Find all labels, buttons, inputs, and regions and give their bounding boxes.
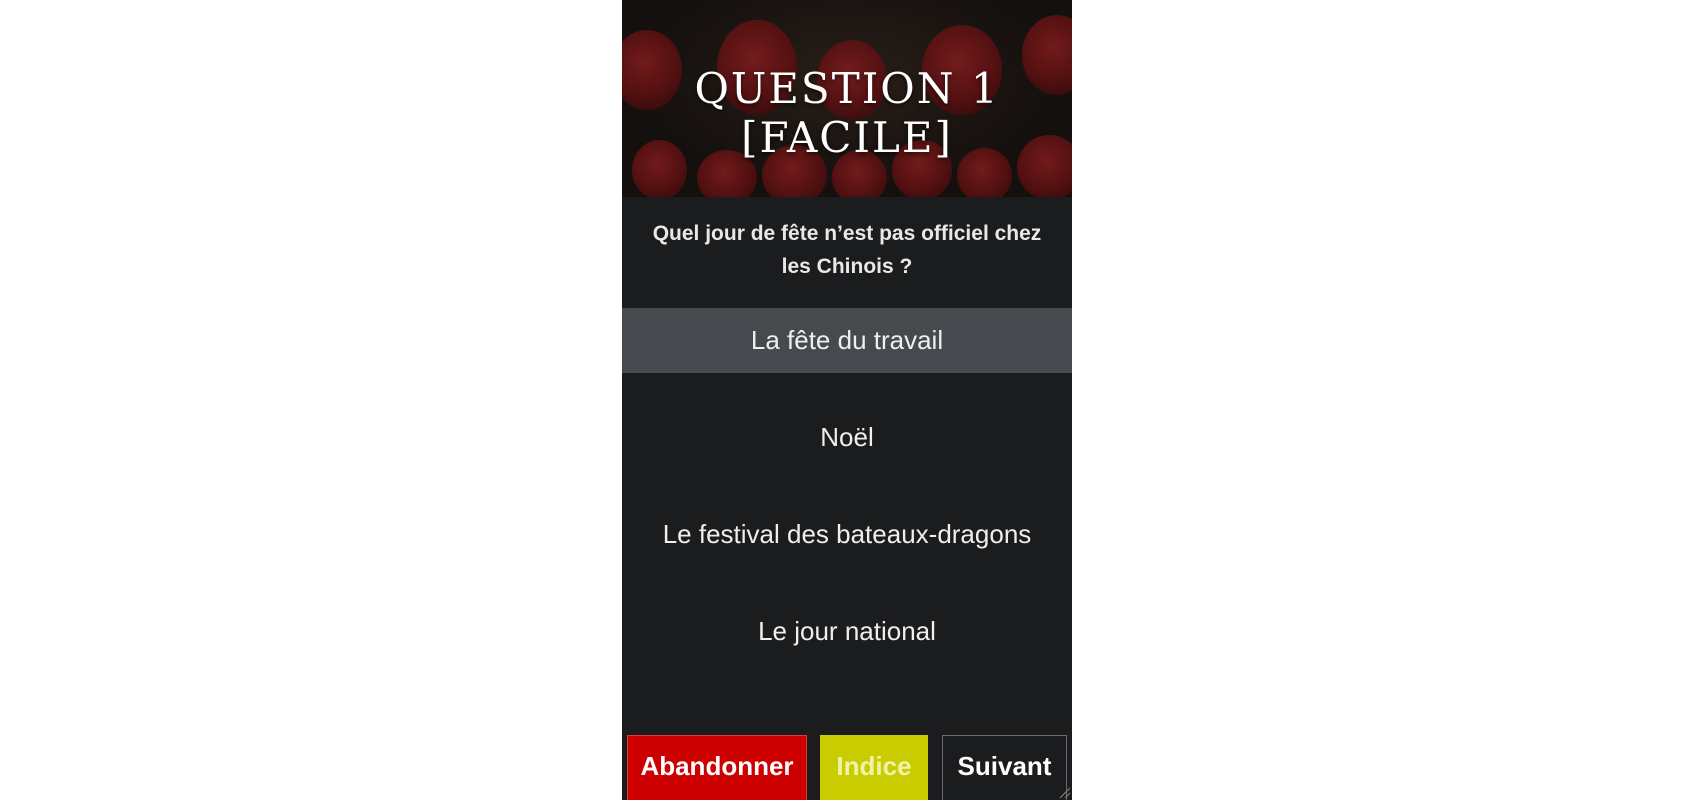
answer-option-1[interactable]: La fête du travail [622, 308, 1072, 373]
next-button[interactable]: Suivant [942, 735, 1067, 800]
answer-option-2[interactable]: Noël [622, 405, 1072, 470]
action-bar: Abandonner Indice Suivant [627, 735, 1067, 800]
question-title: QUESTION 1 [FACILE] [694, 64, 1000, 162]
header-banner: QUESTION 1 [FACILE] [622, 0, 1072, 197]
answer-option-4[interactable]: Le jour national [622, 599, 1072, 664]
resize-grip-icon[interactable] [1058, 786, 1070, 798]
quit-button[interactable]: Abandonner [627, 735, 807, 800]
quiz-screen: QUESTION 1 [FACILE] Quel jour de fête n’… [622, 0, 1072, 800]
answer-list: La fête du travail Noël Le festival des … [622, 308, 1072, 664]
answer-option-3[interactable]: Le festival des bateaux-dragons [622, 502, 1072, 567]
hint-button[interactable]: Indice [820, 735, 928, 800]
question-text: Quel jour de fête n’est pas officiel che… [652, 222, 1042, 278]
